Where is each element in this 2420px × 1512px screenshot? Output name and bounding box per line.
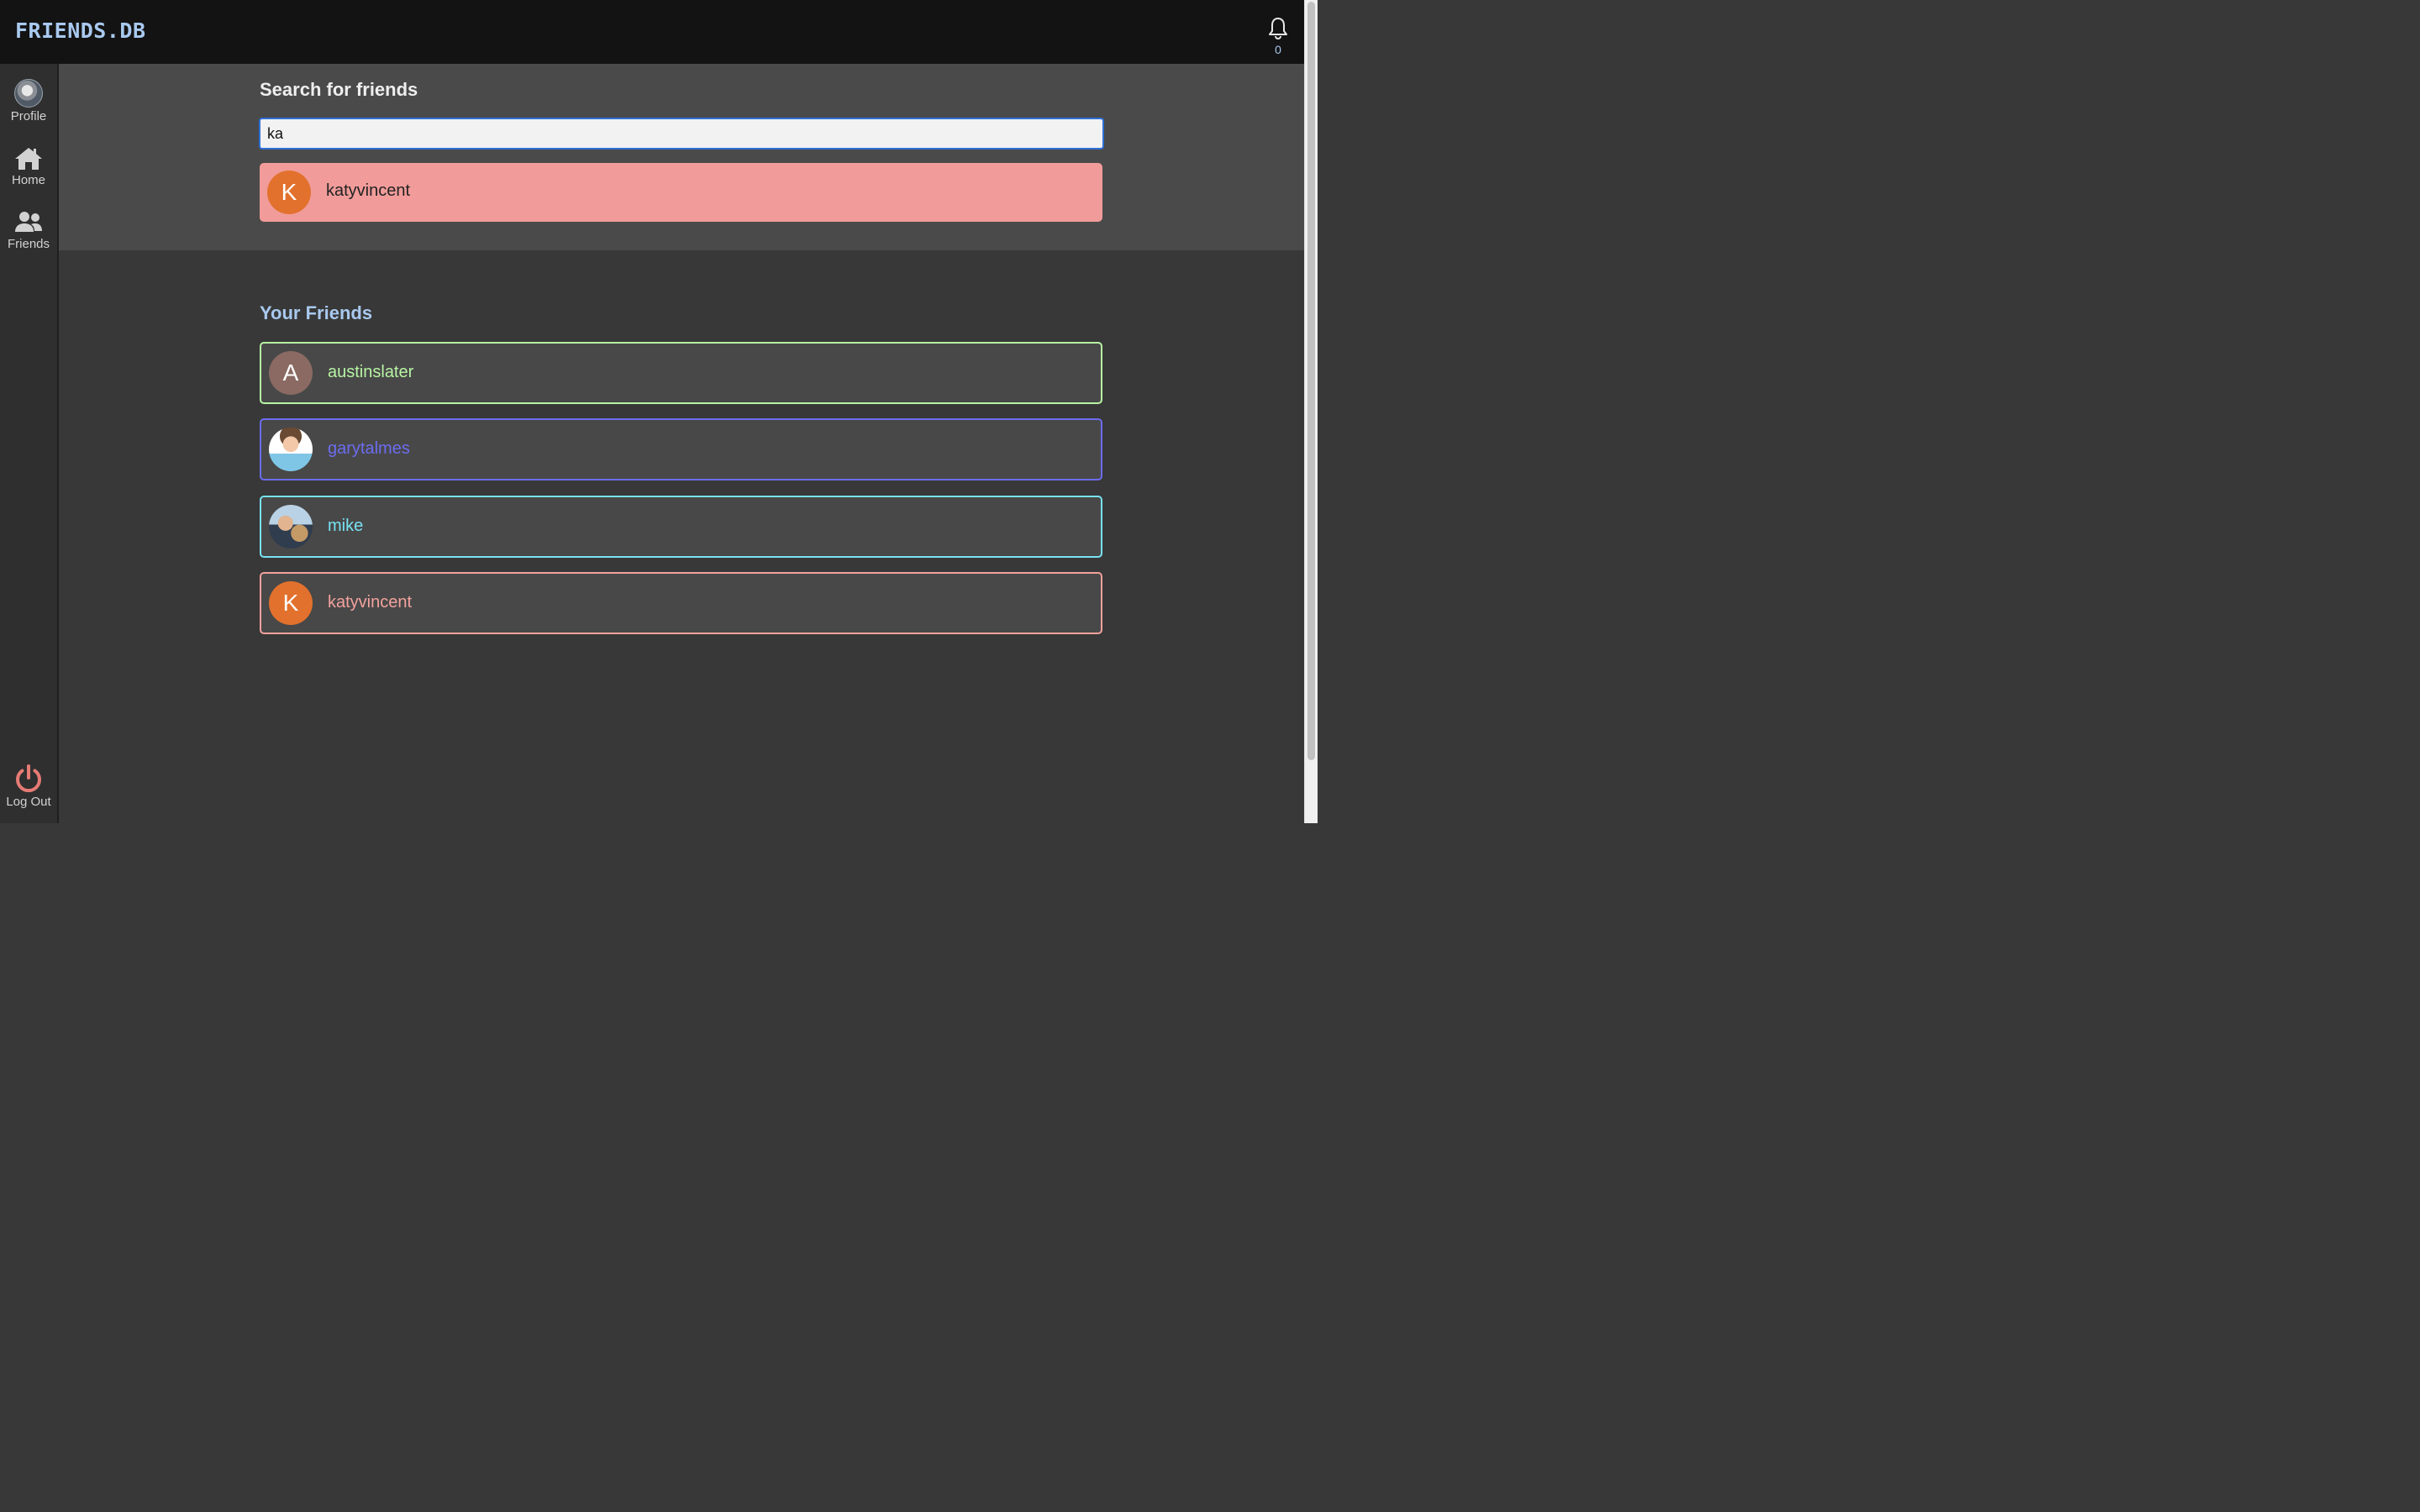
sidebar-item-label: Home (11, 173, 45, 187)
notification-count: 0 (1275, 43, 1281, 56)
sidebar: Profile Home Friends Log Out (0, 64, 59, 823)
friend-username: garytalmes (328, 439, 410, 458)
friend-card[interactable]: K katyvincent (260, 572, 1102, 634)
friend-username: katyvincent (328, 593, 413, 612)
home-icon (15, 148, 42, 170)
profile-avatar (14, 79, 43, 108)
avatar: K (269, 581, 313, 625)
sidebar-item-profile[interactable]: Profile (0, 79, 57, 123)
power-icon (16, 764, 41, 793)
bell-icon (1269, 18, 1287, 40)
friend-card[interactable]: A austinslater (260, 342, 1102, 404)
avatar: K (267, 171, 311, 214)
avatar: A (269, 351, 313, 395)
avatar (269, 505, 313, 549)
top-bar: FRIENDS.DB 0 (0, 0, 1304, 64)
search-result-username: katyvincent (326, 181, 411, 200)
sidebar-item-home[interactable]: Home (0, 146, 57, 187)
scrollbar-thumb[interactable] (1307, 2, 1315, 760)
avatar (269, 428, 313, 471)
logout-button[interactable]: Log Out (0, 764, 57, 809)
sidebar-item-label: Profile (10, 109, 47, 123)
logout-label: Log Out (6, 795, 51, 809)
friend-search-input[interactable] (259, 118, 1104, 150)
search-result-item[interactable]: K katyvincent (260, 163, 1102, 222)
friend-username: austinslater (328, 363, 414, 381)
friend-card[interactable]: garytalmes (260, 418, 1102, 480)
notifications-button[interactable]: 0 (1265, 17, 1292, 59)
friend-username: mike (328, 517, 364, 535)
sidebar-item-friends[interactable]: Friends (0, 210, 57, 251)
users-icon (15, 212, 42, 232)
vertical-scrollbar[interactable] (1304, 0, 1318, 823)
search-panel (59, 64, 1304, 250)
app-logo[interactable]: FRIENDS.DB (15, 18, 146, 43)
friend-card[interactable]: mike (260, 496, 1102, 558)
sidebar-item-label: Friends (7, 237, 50, 251)
friends-title: Your Friends (260, 302, 373, 323)
search-title: Search for friends (260, 79, 418, 100)
